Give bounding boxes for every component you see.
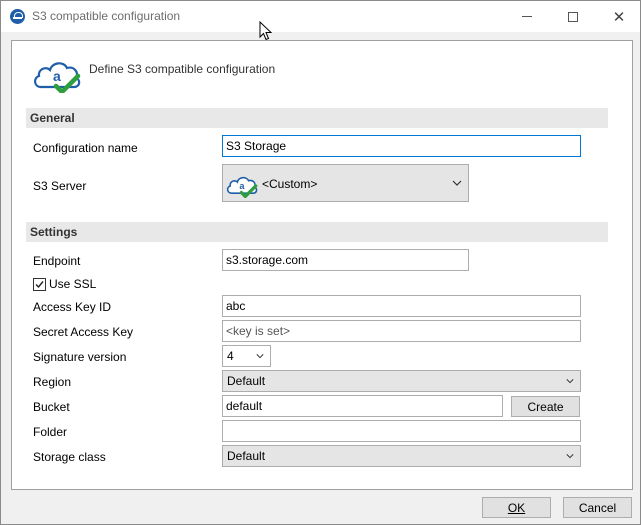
header-title: Define S3 compatible configuration (89, 62, 276, 76)
folder-input[interactable] (222, 420, 581, 442)
storage-class-select[interactable]: Default (222, 445, 581, 467)
bucket-label: Bucket (33, 400, 70, 414)
endpoint-input[interactable]: s3.storage.com (222, 249, 469, 271)
settings-panel: a Define S3 compatible configuration Gen… (11, 40, 633, 490)
endpoint-label: Endpoint (33, 254, 81, 268)
chevron-down-icon (566, 454, 574, 459)
cloud-logo-icon: a (226, 176, 258, 198)
ok-button[interactable]: OK (482, 497, 551, 518)
signature-version-label: Signature version (33, 350, 127, 364)
cancel-button[interactable]: Cancel (563, 497, 632, 518)
folder-label: Folder (33, 425, 68, 439)
secret-access-key-input[interactable]: <key is set> (222, 320, 581, 342)
title-bar[interactable]: S3 compatible configuration ✕ (1, 1, 640, 32)
dialog-window: S3 compatible configuration ✕ a Define S… (0, 0, 641, 525)
access-key-id-label: Access Key ID (33, 300, 112, 314)
region-value: Default (227, 374, 266, 388)
ok-label: OK (507, 501, 526, 515)
region-label: Region (33, 375, 72, 389)
section-general: General (26, 108, 608, 128)
close-icon: ✕ (612, 8, 626, 26)
mouse-cursor-icon (259, 21, 273, 41)
window-title: S3 compatible configuration (32, 9, 181, 23)
cancel-label: Cancel (578, 501, 617, 515)
chevron-down-icon (566, 379, 574, 384)
create-bucket-button[interactable]: Create (511, 396, 580, 417)
maximize-icon (568, 11, 578, 22)
secret-access-key-label: Secret Access Key (33, 325, 134, 339)
cloud-logo-icon: a (34, 62, 81, 93)
checkmark-icon (35, 281, 44, 289)
bucket-input[interactable]: default (222, 395, 503, 417)
configuration-name-input[interactable]: S3 Storage (222, 135, 581, 157)
section-settings: Settings (26, 222, 608, 242)
storage-class-value: Default (227, 449, 266, 463)
signature-version-value: 4 (227, 349, 234, 363)
chevron-down-icon (452, 180, 462, 186)
s3-server-label: S3 Server (33, 179, 87, 193)
use-ssl-label[interactable]: Use SSL (49, 277, 96, 291)
access-key-id-input[interactable]: abc (222, 295, 581, 317)
close-button[interactable]: ✕ (596, 1, 641, 32)
s3-server-select[interactable]: a <Custom> (222, 164, 469, 202)
signature-version-select[interactable]: 4 (222, 345, 271, 367)
app-icon (10, 9, 25, 24)
minimize-icon (522, 16, 532, 17)
configuration-name-label: Configuration name (33, 141, 138, 155)
maximize-button[interactable] (550, 1, 596, 32)
use-ssl-checkbox[interactable] (33, 278, 46, 291)
svg-text:a: a (53, 68, 61, 84)
region-select[interactable]: Default (222, 370, 581, 392)
s3-server-value: <Custom> (262, 177, 318, 191)
storage-class-label: Storage class (33, 450, 106, 464)
minimize-button[interactable] (504, 1, 550, 32)
chevron-down-icon (256, 354, 264, 359)
